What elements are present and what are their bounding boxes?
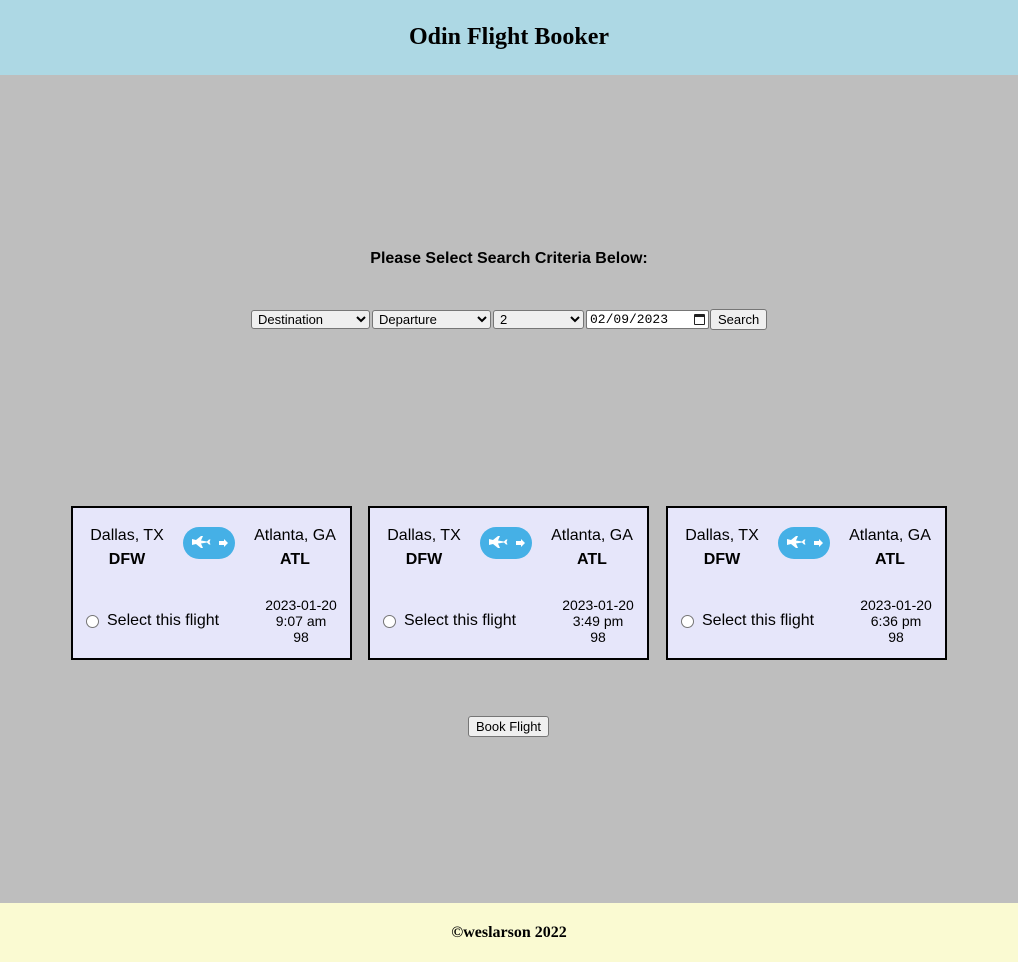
passengers-select[interactable]: 2 (493, 310, 584, 329)
flight-date: 2023-01-20 (562, 597, 634, 613)
search-criteria-heading: Please Select Search Criteria Below: (370, 250, 648, 267)
flight-time: 3:49 pm (572, 613, 624, 629)
destination-code: ATL (280, 551, 310, 568)
footer-copyright: ©weslarson 2022 (451, 923, 567, 941)
date-input[interactable]: 02/09/2023 (586, 310, 709, 329)
page-title: Odin Flight Booker (408, 24, 610, 50)
flight-date: 2023-01-20 (265, 597, 337, 613)
origin-code: DFW (108, 551, 146, 568)
destination-block: Atlanta, GA ATL (546, 524, 638, 572)
destination-city: Atlanta, GA (254, 527, 336, 544)
book-flight-button[interactable]: Book Flight (468, 716, 550, 737)
origin-block: Dallas, TX DFW (684, 524, 760, 572)
select-flight-radio[interactable] (383, 614, 396, 628)
flight-date: 2023-01-20 (860, 597, 932, 613)
airplane-arrow-icon (480, 527, 532, 559)
select-flight-label: Select this flight (404, 612, 517, 629)
destination-code: ATL (875, 551, 905, 568)
airplane-arrow-icon (778, 527, 830, 559)
origin-code: DFW (703, 551, 741, 568)
flight-time: 9:07 am (275, 613, 327, 629)
calendar-icon[interactable] (694, 314, 705, 325)
destination-select[interactable]: Destination (251, 310, 370, 329)
flight-card: Dallas, TX DFW Atlanta, GA ATL Select th… (368, 506, 649, 660)
page-footer: ©weslarson 2022 (0, 903, 1018, 962)
destination-city: Atlanta, GA (849, 527, 931, 544)
flight-info: 2023-01-20 9:07 am 98 (259, 597, 343, 645)
select-flight-radio[interactable] (681, 614, 694, 628)
select-flight-radio[interactable] (86, 614, 99, 628)
destination-block: Atlanta, GA ATL (844, 524, 936, 572)
origin-city: Dallas, TX (387, 527, 461, 544)
select-flight-option[interactable]: Select this flight (383, 612, 516, 630)
select-flight-option[interactable]: Select this flight (681, 612, 814, 630)
flight-duration: 98 (590, 629, 606, 645)
airplane-arrow-icon (183, 527, 235, 559)
origin-code: DFW (405, 551, 443, 568)
search-button[interactable]: Search (710, 309, 768, 330)
departure-select[interactable]: Departure (372, 310, 491, 329)
search-form: Destination Departure 2 02/09/2023 Searc… (251, 309, 768, 330)
flight-time: 6:36 pm (870, 613, 922, 629)
flight-duration: 98 (293, 629, 309, 645)
origin-block: Dallas, TX DFW (89, 524, 165, 572)
select-flight-option[interactable]: Select this flight (86, 612, 219, 630)
destination-block: Atlanta, GA ATL (249, 524, 341, 572)
select-flight-label: Select this flight (107, 612, 220, 629)
origin-city: Dallas, TX (685, 527, 759, 544)
flight-duration: 98 (888, 629, 904, 645)
flight-card: Dallas, TX DFW Atlanta, GA ATL Select th… (666, 506, 947, 660)
origin-block: Dallas, TX DFW (386, 524, 462, 572)
flight-info: 2023-01-20 6:36 pm 98 (854, 597, 938, 645)
page-header: Odin Flight Booker (0, 0, 1018, 75)
origin-city: Dallas, TX (90, 527, 164, 544)
flight-card: Dallas, TX DFW Atlanta, GA ATL Select th… (71, 506, 352, 660)
select-flight-label: Select this flight (702, 612, 815, 629)
flight-info: 2023-01-20 3:49 pm 98 (556, 597, 640, 645)
date-value: 02/09/2023 (590, 312, 669, 327)
destination-code: ATL (577, 551, 607, 568)
destination-city: Atlanta, GA (551, 527, 633, 544)
